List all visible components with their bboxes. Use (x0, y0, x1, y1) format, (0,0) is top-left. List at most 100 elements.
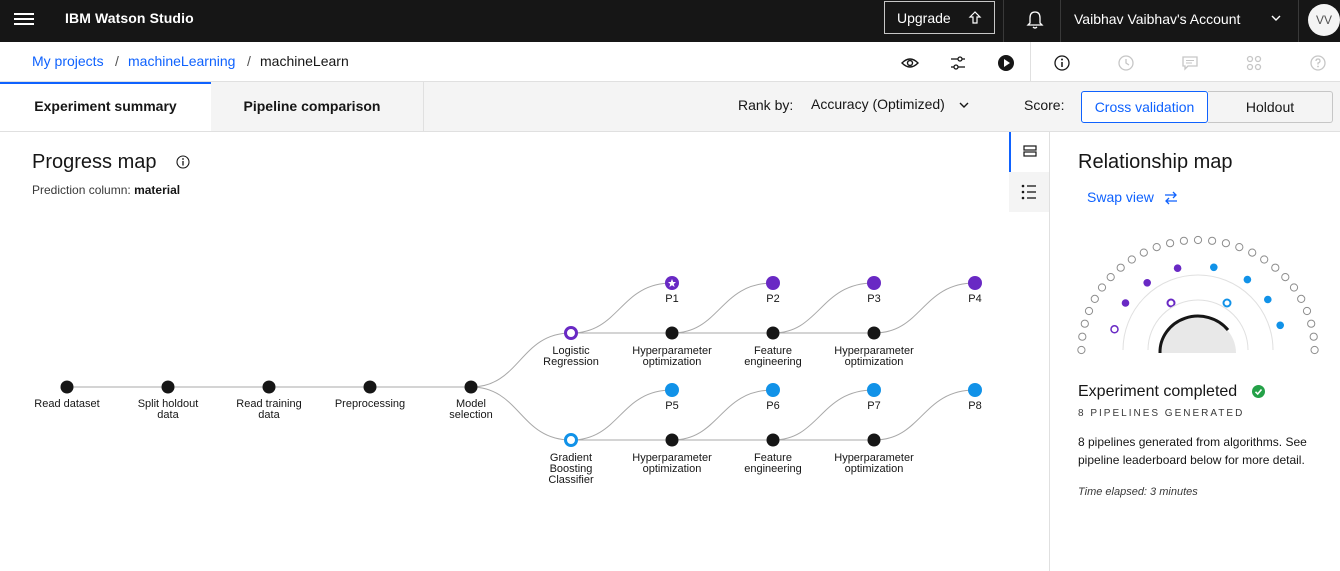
pipeline-dot (1276, 321, 1284, 330)
breadcrumb-current: machineLearn (260, 53, 349, 69)
pipeline-node (867, 276, 881, 290)
step-label: Read training data (236, 398, 301, 421)
rank-by-dropdown[interactable]: Accuracy (Optimized) (811, 96, 945, 112)
app-title[interactable]: IBM Watson Studio (65, 10, 194, 26)
tab-pipeline-comparison[interactable]: Pipeline comparison (211, 82, 413, 131)
chevron-down-icon[interactable] (1270, 12, 1282, 24)
outer-node (1307, 319, 1316, 328)
history-icon[interactable] (1117, 54, 1135, 72)
algorithm-dot (1166, 298, 1176, 308)
pipeline-dot (1243, 275, 1252, 284)
experiment-status: Experiment completed (1078, 383, 1238, 400)
prediction-value: material (134, 183, 181, 197)
help-icon[interactable] (1309, 54, 1327, 72)
stage-node (665, 326, 679, 340)
upgrade-button[interactable]: Upgrade (884, 1, 995, 34)
stage-node (867, 433, 881, 447)
assets-icon[interactable] (1245, 54, 1263, 72)
list-view-toggle[interactable] (1009, 172, 1049, 212)
score-cross-validation-button[interactable]: Cross validation (1081, 91, 1208, 123)
pipeline-node (766, 276, 780, 290)
outer-node (1208, 236, 1217, 245)
outer-node (1166, 239, 1175, 248)
map-view-toggle[interactable] (1009, 132, 1049, 172)
pipeline-dot (1264, 295, 1272, 304)
pipeline-label: P6 (766, 400, 779, 412)
step-node (464, 380, 478, 394)
pipeline-label: P5 (665, 400, 678, 412)
outer-node (1302, 306, 1312, 316)
outer-node (1221, 239, 1230, 248)
swap-icon[interactable] (1163, 190, 1179, 206)
relationship-map-title: Relationship map (1078, 151, 1233, 173)
outer-node (1139, 248, 1148, 257)
outer-node (1235, 243, 1244, 252)
breadcrumb-my-projects[interactable]: My projects (32, 53, 104, 69)
hamburger-menu-icon[interactable] (14, 10, 34, 30)
account-switcher[interactable]: Vaibhav Vaibhav's Account (1074, 11, 1240, 27)
chevron-down-icon[interactable] (958, 99, 970, 111)
outer-node (1309, 332, 1318, 341)
info-icon[interactable] (1053, 54, 1071, 72)
pipeline-dot (1110, 325, 1119, 334)
algorithm-dot (1222, 298, 1232, 308)
pipeline-label: P3 (867, 293, 880, 305)
pipeline-label: P4 (968, 293, 981, 305)
toolbar-divider (1030, 42, 1031, 81)
eye-icon[interactable] (901, 54, 919, 72)
pipeline-label: P8 (968, 400, 981, 412)
outer-node (1179, 236, 1189, 245)
settings-sliders-icon[interactable] (949, 54, 967, 72)
info-icon[interactable] (176, 155, 190, 169)
step-node (60, 380, 74, 394)
prediction-label: Prediction column: (32, 183, 131, 197)
header-divider (1060, 0, 1061, 42)
breadcrumb-project[interactable]: machineLearning (128, 53, 235, 69)
outer-node (1084, 306, 1094, 316)
pipeline-node (867, 383, 881, 397)
step-label: Model selection (449, 398, 492, 421)
pipeline-dot (1143, 279, 1151, 287)
step-label: Read dataset (34, 398, 99, 410)
pipeline-dot (1210, 263, 1218, 272)
progress-map-title: Progress map (32, 151, 157, 173)
outer-node (1090, 294, 1099, 304)
pipeline-node (968, 276, 982, 290)
pipeline-node (766, 383, 780, 397)
pipeline-edge (772, 282, 875, 334)
outer-node (1080, 319, 1089, 328)
breadcrumb-separator: / (247, 53, 251, 69)
algorithm-node (564, 433, 578, 447)
tab-divider (423, 82, 424, 131)
pipeline-edge (671, 282, 774, 334)
swap-view-link[interactable]: Swap view (1087, 189, 1154, 205)
outer-node (1078, 332, 1087, 341)
tabs-bar: Experiment summary Pipeline comparison R… (0, 82, 1340, 132)
stage-label: Hyperparameter optimization (632, 452, 712, 475)
pipeline-label: P7 (867, 400, 880, 412)
outer-node (1097, 283, 1107, 292)
avatar[interactable]: VV (1308, 4, 1340, 36)
score-holdout-button[interactable]: Holdout (1208, 91, 1333, 123)
step-node (262, 380, 276, 394)
tab-experiment-summary[interactable]: Experiment summary (0, 82, 211, 131)
stage-label: Feature engineering (744, 345, 802, 368)
comment-icon[interactable] (1181, 54, 1199, 72)
pipeline-node (968, 383, 982, 397)
notification-bell-icon[interactable] (1024, 9, 1046, 31)
time-elapsed: Time elapsed: 3 minutes (1078, 486, 1198, 498)
pipeline-label: P1 (665, 293, 678, 305)
outer-node (1260, 255, 1269, 264)
upgrade-arrow-icon (968, 11, 982, 24)
step-node (363, 380, 377, 394)
pipeline-node (665, 383, 679, 397)
stage-label: Hyperparameter optimization (834, 452, 914, 475)
experiment-description: 8 pipelines generated from algorithms. S… (1078, 435, 1307, 467)
score-label: Score: (1024, 97, 1065, 113)
run-icon[interactable] (997, 54, 1015, 72)
outer-node (1077, 345, 1086, 355)
stage-node (766, 433, 780, 447)
breadcrumb-bar: My projects / machineLearning / machineL… (0, 42, 1340, 82)
breadcrumb-separator: / (115, 53, 119, 69)
step-label: Preprocessing (335, 398, 405, 410)
